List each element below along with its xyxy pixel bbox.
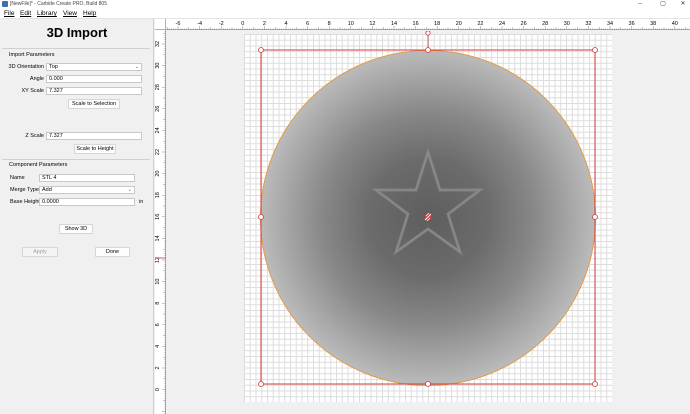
apply-button[interactable]: Apply [22, 247, 58, 257]
import-parameters-heading: Import Parameters [9, 52, 55, 58]
orientation-label: 3D Orientation [8, 64, 44, 70]
design-canvas[interactable] [167, 31, 690, 414]
name-input[interactable]: STL 4 [39, 174, 135, 182]
ruler-label: 6 [155, 323, 161, 326]
ruler-label: 30 [155, 63, 161, 69]
menu-view[interactable]: View [63, 10, 77, 17]
resize-handle-bottom-left[interactable] [258, 381, 264, 387]
xy-scale-label: XY Scale [21, 88, 44, 94]
z-scale-input[interactable]: 7.327 [46, 132, 142, 140]
resize-handle-bottom-right[interactable] [592, 381, 598, 387]
merge-type-value: Add [42, 187, 52, 193]
resize-handle-top[interactable] [425, 47, 431, 53]
done-button[interactable]: Done [95, 247, 130, 257]
star-relief-highlight [374, 150, 482, 254]
resize-handle-bottom[interactable] [425, 381, 431, 387]
resize-handle-right[interactable] [592, 214, 598, 220]
chevron-down-icon: ⌄ [134, 64, 139, 70]
chevron-down-icon: ⌄ [127, 187, 132, 193]
xy-scale-input[interactable]: 7.327 [46, 87, 142, 95]
minimize-button[interactable]: – [633, 0, 647, 9]
ruler-label: 4 [155, 345, 161, 348]
ruler-label: 8 [155, 302, 161, 305]
maximize-button[interactable]: ▢ [656, 0, 670, 9]
ruler-label: 18 [155, 192, 161, 198]
divider [2, 48, 150, 49]
orientation-value: Top [49, 64, 58, 70]
ruler-corner [155, 19, 166, 30]
z-scale-label: Z Scale [25, 133, 44, 139]
rotation-handle[interactable] [425, 31, 431, 36]
horizontal-ruler-ticks: -6 -4 -2 0 2 4 6 8 10 12 14 16 18 20 22 24 26 28 30 32 34 36 3… [156, 21, 690, 30]
base-height-label: Base Height [10, 199, 40, 205]
panel-title: 3D Import [46, 25, 108, 40]
title-bar: [NewFile]* - Carbide Create PRO, Build 8… [0, 0, 690, 9]
move-center-icon[interactable] [424, 212, 432, 222]
app-logo-icon [2, 1, 8, 7]
menu-file[interactable]: File [4, 10, 14, 17]
scale-to-height-button[interactable]: Scale to Height [74, 144, 116, 154]
resize-handle-top-right[interactable] [592, 47, 598, 53]
base-height-input[interactable]: 0.0000 [39, 198, 135, 206]
ruler-label: 16 [155, 214, 161, 220]
name-label: Name [10, 175, 25, 181]
horizontal-ruler: -6 -4 -2 0 2 4 6 8 10 12 14 16 18 20 22 24 26 28 30 32 34 36 3… [156, 19, 690, 30]
ruler-label: 2 [155, 366, 161, 369]
angle-input[interactable]: 0.000 [46, 75, 142, 83]
component-parameters-heading: Component Parameters [9, 162, 68, 168]
ruler-label: 28 [155, 84, 161, 90]
ruler-label: 24 [155, 127, 161, 133]
vertical-ruler-ticks: 32302826242220181614121086420 [155, 22, 166, 414]
ruler-label: 22 [155, 149, 161, 155]
orientation-select[interactable]: Top ⌄ [46, 63, 142, 71]
close-button[interactable]: ✕ [676, 0, 690, 9]
menu-bar: File Edit Library View Help [0, 9, 690, 19]
vertical-ruler: 32 30 28 26 24 22 20 18 16 14 12 10 8 6 4 2 0 [155, 22, 166, 414]
import-panel: 3D Import Import Parameters 3D Orientati… [0, 19, 154, 414]
ruler-label: 10 [155, 279, 161, 285]
show-3d-button[interactable]: Show 3D [59, 224, 93, 234]
ruler-label: 20 [155, 171, 161, 177]
merge-type-label: Merge Type [10, 187, 39, 193]
ruler-label: 0 [155, 388, 161, 391]
resize-handle-top-left[interactable] [258, 47, 264, 53]
canvas-overlay [258, 31, 598, 387]
resize-handle-left[interactable] [258, 214, 264, 220]
menu-help[interactable]: Help [83, 10, 96, 17]
ruler-label: 32 [155, 41, 161, 47]
base-height-unit: in [139, 199, 144, 205]
merge-type-select[interactable]: Add ⌄ [39, 186, 135, 194]
menu-library[interactable]: Library [37, 10, 57, 17]
ruler-label: 14 [155, 235, 161, 241]
angle-label: Angle [29, 76, 44, 82]
menu-edit[interactable]: Edit [20, 10, 31, 17]
ruler-label: 26 [155, 106, 161, 112]
window-title: [NewFile]* - Carbide Create PRO, Build 8… [10, 1, 107, 7]
divider [2, 159, 150, 160]
scale-to-selection-button[interactable]: Scale to Selection [68, 99, 120, 109]
